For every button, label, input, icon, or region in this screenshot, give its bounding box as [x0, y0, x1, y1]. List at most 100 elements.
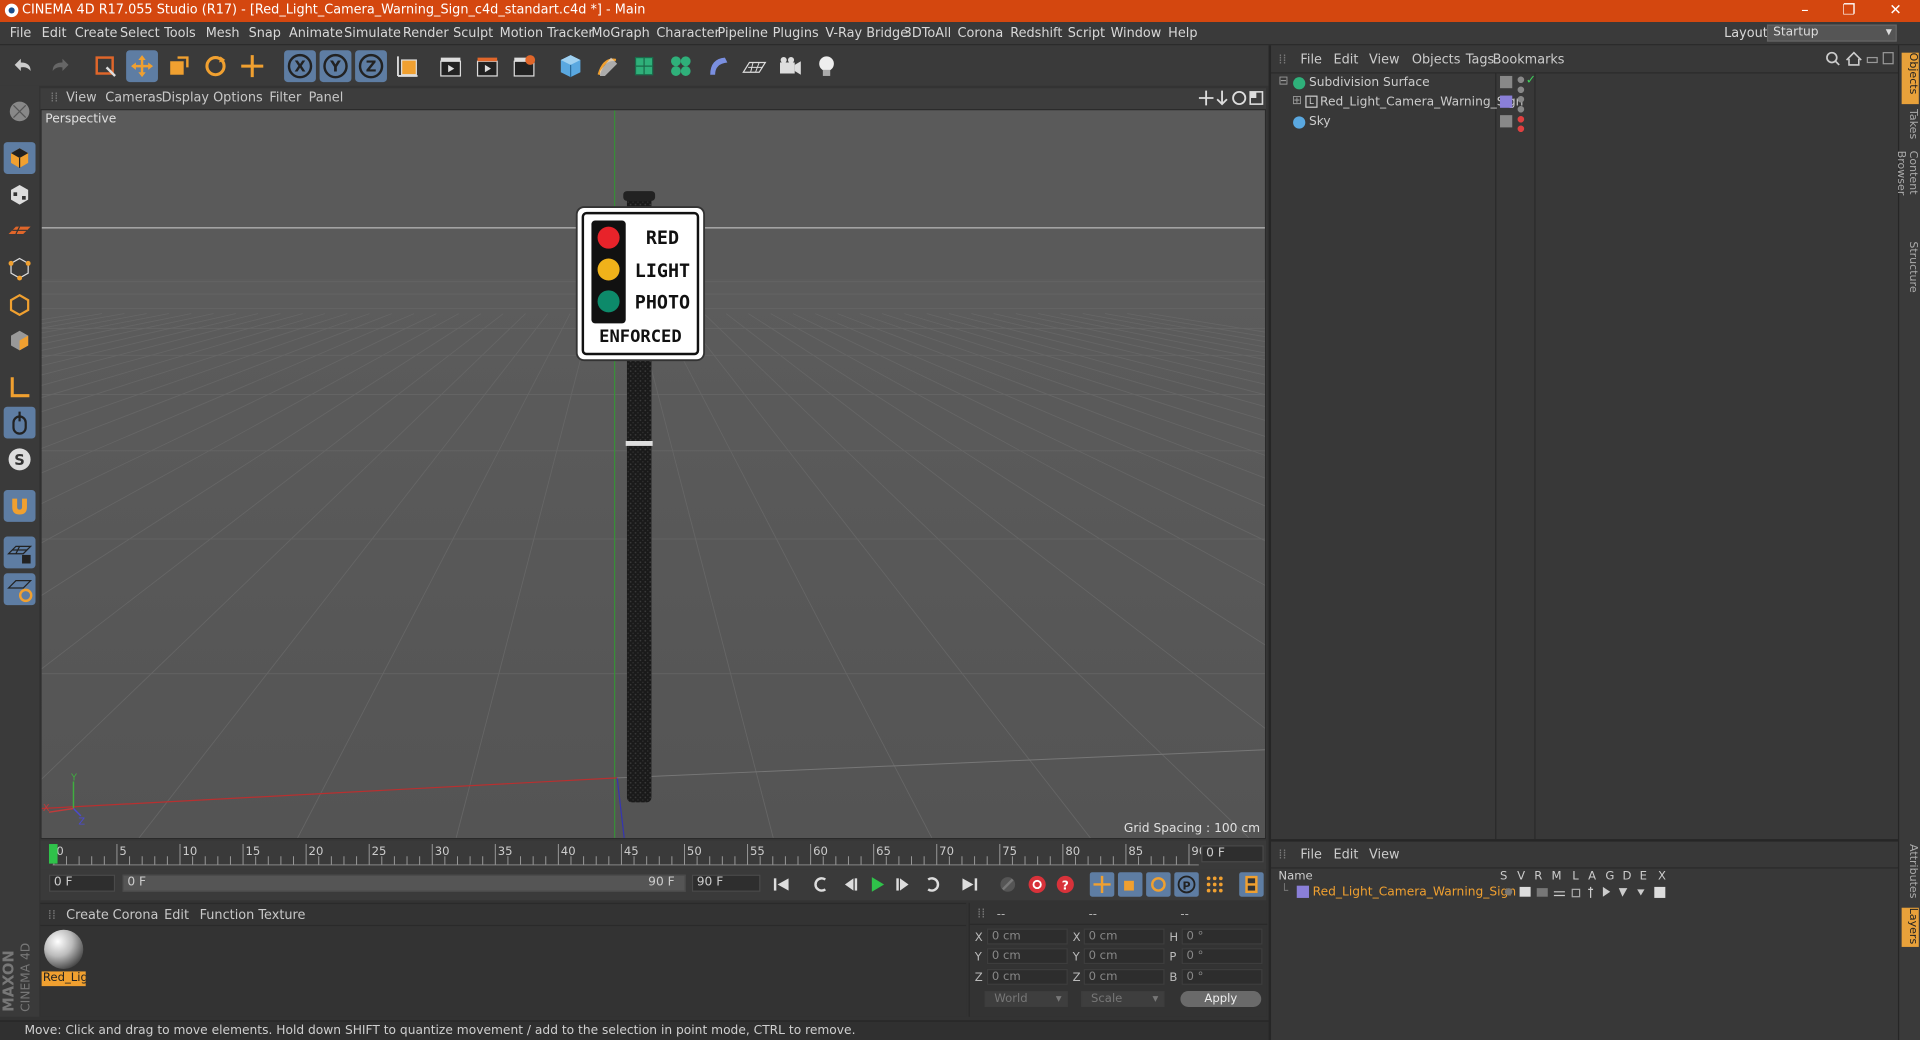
- start-frame-field[interactable]: 0 F: [48, 874, 116, 892]
- menu-redshift[interactable]: Redshift: [1010, 26, 1062, 41]
- viewport-menu-panel[interactable]: Panel: [309, 91, 344, 106]
- viewport-nav-icons[interactable]: [1198, 89, 1265, 106]
- add-mograph-button[interactable]: [665, 50, 697, 82]
- menu-motion-tracker[interactable]: Motion Tracker: [500, 26, 594, 41]
- add-deformer-button[interactable]: [702, 50, 734, 82]
- move-tool-button[interactable]: [126, 50, 158, 83]
- layers-menu-file[interactable]: File: [1300, 848, 1322, 863]
- rotation-p-field[interactable]: 0 °: [1181, 948, 1263, 965]
- workplane-lock-button[interactable]: [3, 536, 36, 569]
- object-row-subdivision[interactable]: ⊟ Subdivision Surface ● ● ✓: [1276, 74, 1896, 95]
- layout-select[interactable]: Startup ▾: [1766, 24, 1897, 42]
- material-menu-texture[interactable]: Texture: [258, 908, 305, 923]
- material-menu-edit[interactable]: Edit: [164, 908, 189, 923]
- autokey-button[interactable]: ?: [1053, 872, 1077, 897]
- next-frame-button[interactable]: [891, 872, 915, 897]
- objects-menu-edit[interactable]: Edit: [1333, 53, 1358, 68]
- undo-button[interactable]: [7, 50, 39, 82]
- goto-end-button[interactable]: [958, 872, 982, 897]
- texture-mode-button[interactable]: [4, 179, 36, 211]
- record-button[interactable]: [1025, 872, 1049, 897]
- visibility-dots-icon[interactable]: ● ●: [1517, 94, 1524, 114]
- apply-button[interactable]: Apply: [1180, 991, 1262, 1007]
- rotation-h-field[interactable]: 0 °: [1181, 928, 1263, 945]
- layers-menu-view[interactable]: View: [1369, 848, 1400, 863]
- menu-animate[interactable]: Animate: [289, 26, 343, 41]
- prev-frame-button[interactable]: [838, 872, 862, 897]
- edges-mode-button[interactable]: [4, 289, 36, 321]
- layer-toggle-icons[interactable]: [1500, 884, 1671, 900]
- timeline-window-button[interactable]: [1239, 872, 1264, 897]
- end-frame-field[interactable]: 90 F: [691, 874, 761, 892]
- close-button[interactable]: ✕: [1873, 1, 1917, 18]
- collapse-icon[interactable]: ⊟: [1278, 75, 1288, 88]
- model-mode-button[interactable]: [3, 142, 36, 174]
- menu-sculpt[interactable]: Sculpt: [453, 26, 493, 41]
- size-x-field[interactable]: 0 cm: [1083, 928, 1165, 945]
- viewport-menu-view[interactable]: View: [66, 91, 97, 106]
- side-tab-attributes[interactable]: Attributes: [1902, 844, 1919, 900]
- material-menu-create[interactable]: Create: [66, 908, 109, 923]
- key-position-button[interactable]: [1089, 872, 1115, 897]
- layer-color-swatch[interactable]: [1296, 885, 1309, 898]
- objects-menu-bookmarks[interactable]: Bookmarks: [1493, 53, 1565, 68]
- preview-range-slider[interactable]: 0 F 90 F: [122, 874, 686, 892]
- objects-menu-view[interactable]: View: [1369, 53, 1400, 68]
- menu-pipeline[interactable]: Pipeline: [718, 26, 768, 41]
- perspective-viewport[interactable]: RED LIGHT PHOTO ENFORCED Y X Z Perspecti…: [40, 109, 1267, 840]
- viewport-menu-cameras[interactable]: Cameras: [105, 91, 162, 106]
- menu-plugins[interactable]: Plugins: [773, 26, 819, 41]
- z-axis-lock-button[interactable]: Z: [355, 50, 387, 83]
- object-manager-tools[interactable]: [1825, 50, 1896, 67]
- menu-character[interactable]: Character: [656, 26, 719, 41]
- key-pla-button[interactable]: [1202, 872, 1226, 897]
- x-axis-lock-button[interactable]: X: [284, 50, 316, 83]
- menu-select[interactable]: Select: [120, 26, 160, 41]
- current-frame-field[interactable]: 0 F: [1201, 845, 1264, 863]
- side-tab-objects[interactable]: Objects: [1901, 52, 1919, 105]
- rotation-b-field[interactable]: 0 °: [1181, 968, 1263, 985]
- add-light-button[interactable]: [811, 50, 843, 82]
- menu-help[interactable]: Help: [1168, 26, 1197, 41]
- viewport-menu-display[interactable]: Display: [162, 91, 209, 106]
- side-tab-content-browser[interactable]: Content Browser: [1894, 151, 1918, 237]
- menu-script[interactable]: Script: [1068, 26, 1105, 41]
- menu-tools[interactable]: Tools: [164, 26, 196, 41]
- layer-tag-icon[interactable]: [1500, 75, 1513, 89]
- key-parameter-button[interactable]: P: [1174, 872, 1199, 897]
- layer-name[interactable]: Red_Light_Camera_Warning_Sign: [1313, 886, 1516, 899]
- scale-tool-button[interactable]: [163, 50, 195, 82]
- play-button[interactable]: [864, 872, 888, 897]
- minimize-button[interactable]: –: [1783, 1, 1827, 18]
- workplane-mode-button[interactable]: [4, 214, 36, 246]
- add-camera-button[interactable]: [774, 50, 806, 82]
- coordinate-system-button[interactable]: [392, 50, 424, 82]
- menu-3dtoall[interactable]: 3DToAll: [904, 26, 952, 41]
- checkmark-icon[interactable]: ✓: [1526, 74, 1536, 87]
- record-keys-button[interactable]: [996, 872, 1020, 897]
- add-generator-button[interactable]: [628, 50, 660, 82]
- layer-color-icon[interactable]: [1500, 95, 1513, 108]
- points-mode-button[interactable]: [4, 252, 36, 284]
- visibility-dots-icon[interactable]: ● ●: [1517, 75, 1524, 95]
- objects-menu-objects[interactable]: Objects: [1412, 53, 1461, 68]
- expand-icon[interactable]: ⊞: [1292, 94, 1302, 107]
- layers-menu-edit[interactable]: Edit: [1333, 848, 1358, 863]
- prev-key-button[interactable]: [808, 872, 832, 897]
- size-z-field[interactable]: 0 cm: [1083, 968, 1165, 985]
- tweak-mode-button[interactable]: [3, 406, 36, 439]
- magnet-snap-button[interactable]: [3, 490, 36, 522]
- make-editable-button[interactable]: [4, 96, 36, 128]
- menu-edit[interactable]: Edit: [42, 26, 67, 41]
- transform-tool-button[interactable]: [236, 50, 268, 82]
- layer-row[interactable]: └ Red_Light_Camera_Warning_Sign: [1276, 884, 1896, 902]
- add-environment-button[interactable]: [738, 50, 770, 82]
- goto-start-button[interactable]: [769, 872, 793, 897]
- render-settings-button[interactable]: [508, 50, 540, 82]
- object-row-sky[interactable]: Sky ● ●: [1276, 114, 1896, 134]
- layer-tag-icon[interactable]: [1500, 115, 1513, 128]
- side-tab-structure[interactable]: Structure: [1902, 241, 1919, 295]
- polygons-mode-button[interactable]: [4, 325, 36, 357]
- menu-mograph[interactable]: MoGraph: [591, 26, 649, 41]
- axis-mode-button[interactable]: [4, 371, 36, 403]
